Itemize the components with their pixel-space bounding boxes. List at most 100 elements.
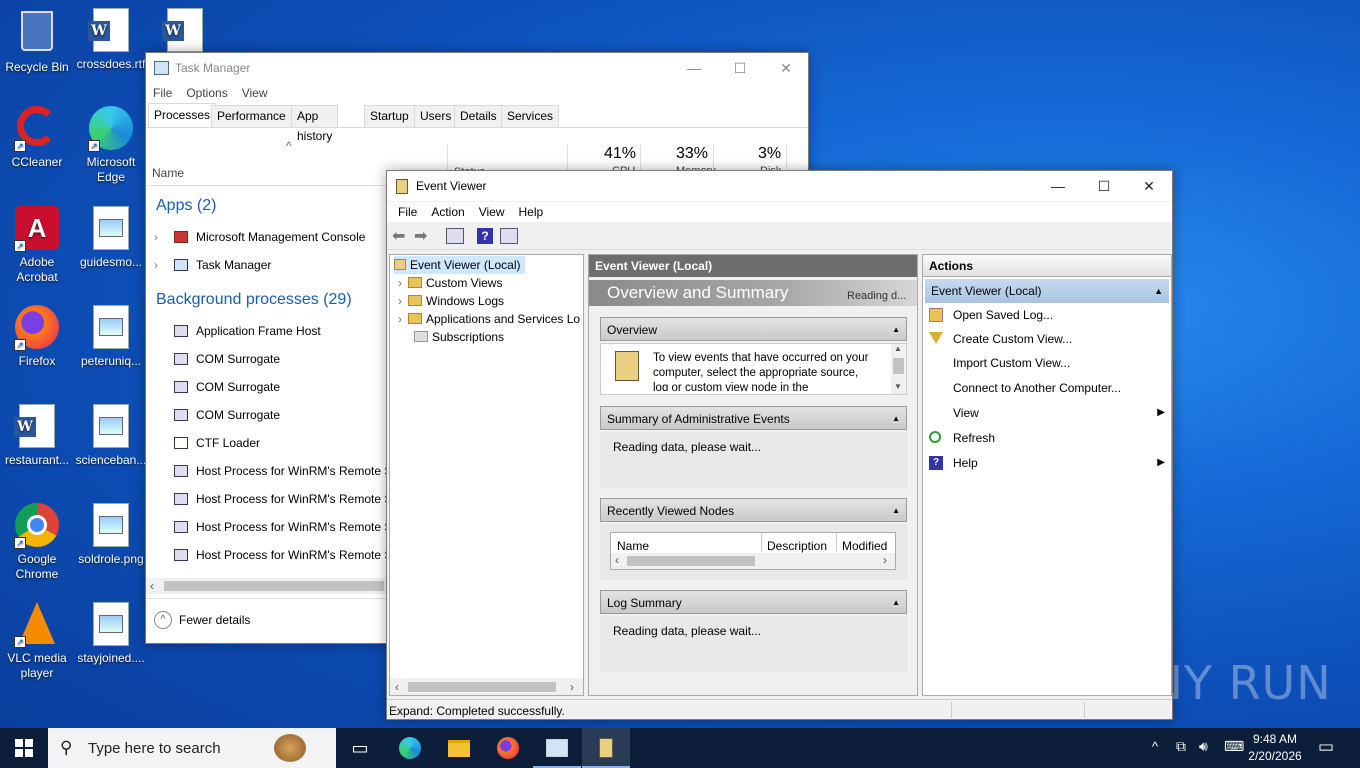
search-box[interactable]: ⚲ Type here to search xyxy=(48,728,336,768)
edge-icon[interactable]: ↗ Microsoft Edge xyxy=(74,106,148,185)
horizontal-scrollbar[interactable]: ‹ xyxy=(146,578,388,594)
guidesmo-file-icon[interactable]: guidesmo... xyxy=(74,206,148,270)
menu-action[interactable]: Action xyxy=(424,202,471,222)
expand-chevron-icon[interactable]: › xyxy=(398,312,402,326)
process-row[interactable]: Host Process for WinRM's Remote S xyxy=(146,513,386,541)
tab-services[interactable]: Services xyxy=(501,105,560,127)
expand-chevron-icon[interactable]: › xyxy=(154,223,158,251)
maximize-button[interactable]: ☐ xyxy=(717,53,763,83)
action-import-custom-view[interactable]: Import Custom View... xyxy=(923,351,1169,375)
scroll-right-icon[interactable]: › xyxy=(883,553,887,567)
recent-nodes-section[interactable]: Recently Viewed Nodes ▲ xyxy=(600,498,907,522)
tree-root-item[interactable]: Event Viewer (Local) xyxy=(394,256,525,274)
edge-taskbar-icon[interactable] xyxy=(386,728,434,768)
process-row[interactable]: › Task Manager xyxy=(146,251,386,279)
help-icon[interactable]: ? xyxy=(477,228,493,244)
tree-item-subscriptions[interactable]: Subscriptions xyxy=(414,328,504,346)
file-explorer-icon[interactable] xyxy=(435,728,483,768)
soldrole-file-icon[interactable]: soldrole.png xyxy=(74,503,148,567)
scrollbar-thumb[interactable] xyxy=(408,682,556,692)
process-row[interactable]: CTF Loader xyxy=(146,429,386,457)
chrome-icon[interactable]: ↗ Google Chrome xyxy=(0,503,74,582)
fewer-details-link[interactable]: Fewer details xyxy=(179,613,250,627)
tab-processes[interactable]: Processes xyxy=(148,103,217,127)
back-arrow-icon[interactable]: ⬅ xyxy=(392,226,405,246)
tab-app-history[interactable]: App history xyxy=(291,105,339,143)
crossdoes-file-icon[interactable]: W crossdoes.rtf xyxy=(74,8,148,72)
show-hide-tree-icon[interactable] xyxy=(446,228,464,244)
clock-time[interactable]: 9:48 AM xyxy=(1248,732,1302,746)
process-row[interactable]: COM Surrogate xyxy=(146,373,386,401)
tab-performance[interactable]: Performance xyxy=(211,105,292,127)
firefox-icon[interactable]: ↗ Firefox xyxy=(0,305,74,369)
menu-view[interactable]: View xyxy=(235,83,275,103)
minimize-button[interactable]: — xyxy=(1035,171,1081,201)
collapse-icon[interactable]: ▲ xyxy=(892,318,900,342)
task-view-icon[interactable]: ▭ xyxy=(336,728,384,768)
show-hide-action-pane-icon[interactable] xyxy=(500,228,518,244)
restaurant-file-icon[interactable]: W restaurant... xyxy=(0,404,74,468)
peteruniq-file-icon[interactable]: peteruniq... xyxy=(74,305,148,369)
action-open-saved-log[interactable]: Open Saved Log... xyxy=(923,303,1169,327)
action-view[interactable]: View ▶ xyxy=(923,401,1169,425)
vlc-icon[interactable]: ↗ VLC media player xyxy=(0,602,74,681)
process-row[interactable]: › Microsoft Management Console xyxy=(146,223,386,251)
tab-users[interactable]: Users xyxy=(414,105,458,127)
expand-chevron-icon[interactable]: › xyxy=(398,276,402,290)
event-viewer-taskbar-icon[interactable] xyxy=(582,728,630,768)
scroll-left-icon[interactable]: ‹ xyxy=(150,579,154,593)
adobe-acrobat-icon[interactable]: A ↗ Adobe Acrobat xyxy=(0,206,74,285)
process-row[interactable]: Host Process for WinRM's Remote S xyxy=(146,541,386,569)
minimize-button[interactable]: — xyxy=(671,53,717,83)
menu-file[interactable]: File xyxy=(146,83,179,103)
log-summary-section[interactable]: Log Summary ▲ xyxy=(600,590,907,614)
action-help[interactable]: ? Help ▶ xyxy=(923,451,1169,475)
process-row[interactable]: Host Process for WinRM's Remote S xyxy=(146,457,386,485)
stayjoined-file-icon[interactable]: stayjoined.... xyxy=(74,602,148,666)
scrollbar-thumb[interactable] xyxy=(893,358,904,374)
menu-view[interactable]: View xyxy=(472,202,512,222)
collapse-icon[interactable]: ▲ xyxy=(892,591,900,615)
scroll-left-icon[interactable]: ‹ xyxy=(615,553,619,567)
fewer-details-icon[interactable]: ^ xyxy=(154,611,172,629)
scroll-left-icon[interactable]: ‹ xyxy=(395,678,399,696)
network-icon[interactable]: ⧉ xyxy=(1176,738,1186,755)
task-manager-taskbar-icon[interactable] xyxy=(533,728,581,768)
scienceban-file-icon[interactable]: scienceban... xyxy=(74,404,148,468)
process-row[interactable]: COM Surrogate xyxy=(146,345,386,373)
notifications-icon[interactable]: ▭ xyxy=(1318,737,1334,757)
admin-events-section[interactable]: Summary of Administrative Events ▲ xyxy=(600,406,907,430)
vertical-scrollbar[interactable]: ▲ ▼ xyxy=(891,344,906,394)
process-row[interactable]: Host Process for WinRM's Remote S xyxy=(146,485,386,513)
forward-arrow-icon[interactable]: ➡ xyxy=(414,226,427,246)
close-button[interactable]: ✕ xyxy=(763,53,809,83)
tree-item-windows-logs[interactable]: › Windows Logs xyxy=(398,292,504,310)
overview-section[interactable]: Overview ▲ xyxy=(600,317,907,341)
column-name[interactable]: Name xyxy=(617,539,649,553)
maximize-button[interactable]: ☐ xyxy=(1081,171,1127,201)
action-connect-computer[interactable]: Connect to Another Computer... xyxy=(923,376,1169,400)
word-file-icon[interactable]: W xyxy=(148,8,222,52)
collapse-icon[interactable]: ▲ xyxy=(1154,279,1163,303)
collapse-icon[interactable]: ▲ xyxy=(892,499,900,523)
volume-icon[interactable]: 🔊︎ xyxy=(1199,738,1208,755)
collapse-icon[interactable]: ▲ xyxy=(892,407,900,431)
keyboard-icon[interactable]: ⌨︎ xyxy=(1224,738,1244,755)
action-refresh[interactable]: Refresh xyxy=(923,426,1169,450)
close-button[interactable]: ✕ xyxy=(1126,171,1172,201)
process-row[interactable]: Application Frame Host xyxy=(146,317,386,345)
process-row[interactable]: COM Surrogate xyxy=(146,401,386,429)
horizontal-scrollbar[interactable]: ‹ › xyxy=(390,678,583,695)
scrollbar-thumb[interactable] xyxy=(164,581,384,591)
recycle-bin-icon[interactable]: Recycle Bin xyxy=(0,8,74,75)
tab-details[interactable]: Details xyxy=(454,105,503,127)
menu-file[interactable]: File xyxy=(391,202,424,222)
expand-chevron-icon[interactable]: › xyxy=(398,294,402,308)
menu-options[interactable]: Options xyxy=(179,83,234,103)
tree-item-custom-views[interactable]: › Custom Views xyxy=(398,274,502,292)
actions-group-header[interactable]: Event Viewer (Local) ▲ xyxy=(925,279,1169,303)
firefox-taskbar-icon[interactable] xyxy=(484,728,532,768)
show-hidden-icons-chevron-icon[interactable]: ^ xyxy=(1152,739,1158,754)
expand-chevron-icon[interactable]: › xyxy=(154,251,158,279)
column-description[interactable]: Description xyxy=(767,539,827,553)
